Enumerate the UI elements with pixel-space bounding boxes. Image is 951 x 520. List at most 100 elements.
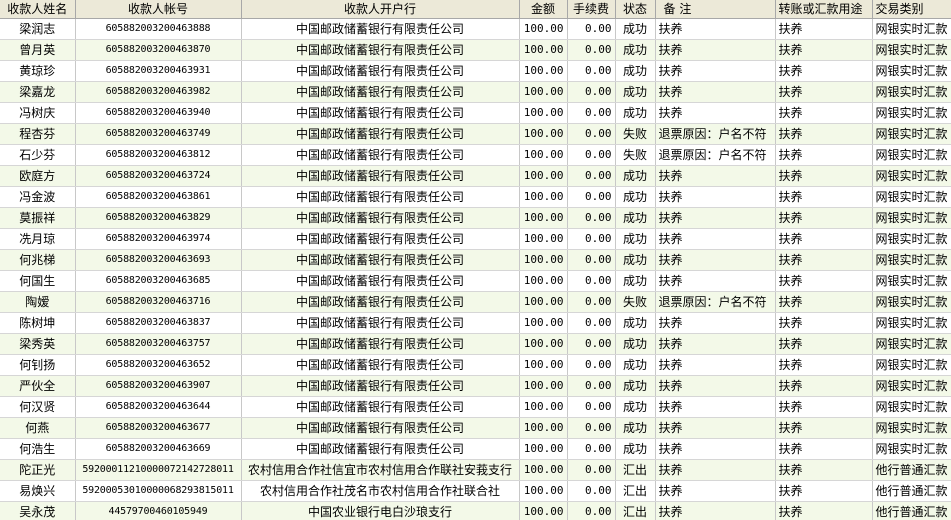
cell-payee-bank: 中国邮政储蓄银行有限责任公司 (241, 18, 520, 40)
cell-payee-account: 592000530100000682938150​11 (75, 480, 242, 502)
table-row[interactable]: 何国生 605882003200463685 中国邮政储蓄银行有限责任公司 100.0… (0, 270, 951, 292)
cell-payee-name: 梁秀英 (0, 333, 76, 355)
cell-payee-name: 冼月琼 (0, 228, 76, 250)
cell-payee-account: 605882003200463716 (75, 291, 242, 313)
cell-amount: 100.00 (519, 186, 568, 208)
column-header-purpose[interactable]: 转账或汇款用途 (775, 0, 873, 19)
table-row[interactable]: 何汉贤 605882003200463644 中国邮政储蓄银行有限责任公司 100.0… (0, 396, 951, 418)
cell-transaction-type: 网银实时汇款 (872, 60, 951, 82)
cell-transaction-type: 他行普通汇款 (872, 459, 951, 481)
cell-payee-account: 605882003200463677 (75, 417, 242, 439)
table-row[interactable]: 冯树庆 605882003200463940 中国邮政储蓄银行有限责任公司 100.0… (0, 102, 951, 124)
cell-purpose: 扶养 (775, 396, 873, 418)
cell-status: 成功 (615, 228, 656, 250)
cell-transaction-type: 网银实时汇款 (872, 18, 951, 40)
cell-purpose: 扶养 (775, 501, 873, 520)
cell-remark: 扶养 (655, 480, 776, 502)
table-row[interactable]: 程杏芬 605882003200463749 中国邮政储蓄银行有限责任公司 100.0… (0, 123, 951, 145)
cell-amount: 100.00 (519, 333, 568, 355)
cell-payee-name: 何汉贤 (0, 396, 76, 418)
table-row[interactable]: 梁秀英 605882003200463757 中国邮政储蓄银行有限责任公司 100.0… (0, 333, 951, 355)
cell-fee: 0.00 (567, 291, 616, 313)
cell-amount: 100.00 (519, 375, 568, 397)
cell-purpose: 扶养 (775, 186, 873, 208)
cell-amount: 100.00 (519, 417, 568, 439)
cell-purpose: 扶养 (775, 375, 873, 397)
cell-purpose: 扶养 (775, 39, 873, 61)
table-row[interactable]: 严伙全 605882003200463907 中国邮政储蓄银行有限责任公司 100.0… (0, 375, 951, 397)
column-header-transaction-type[interactable]: 交易类别 (872, 0, 951, 19)
column-header-payee-bank[interactable]: 收款人开户行 (241, 0, 520, 19)
cell-amount: 100.00 (519, 396, 568, 418)
cell-amount: 100.00 (519, 18, 568, 40)
cell-remark: 扶养 (655, 375, 776, 397)
table-row[interactable]: 陶嫒 605882003200463716 中国邮政储蓄银行有限责任公司 100.00… (0, 291, 951, 313)
cell-remark: 扶养 (655, 459, 776, 481)
cell-status: 成功 (615, 81, 656, 103)
header-row: 收款人姓名 收款人帐号 收款人开户行 金额 手续费 状态 备 注 转账或汇款用途… (0, 0, 951, 19)
cell-status: 成功 (615, 270, 656, 292)
cell-payee-bank: 中国邮政储蓄银行有限责任公司 (241, 228, 520, 250)
cell-payee-account: 605882003200463940 (75, 102, 242, 124)
cell-status: 成功 (615, 60, 656, 82)
cell-transaction-type: 网银实时汇款 (872, 39, 951, 61)
column-header-fee[interactable]: 手续费 (567, 0, 616, 19)
cell-payee-bank: 中国邮政储蓄银行有限责任公司 (241, 270, 520, 292)
cell-transaction-type: 网银实时汇款 (872, 102, 951, 124)
table-row[interactable]: 吴永茂 44579700460105949 中国农业银行电白沙琅支行 100.00 0.… (0, 501, 951, 520)
table-row[interactable]: 曾月英 605882003200463870 中国邮政储蓄银行有限责任公司 100.0… (0, 39, 951, 61)
cell-payee-name: 陈树坤 (0, 312, 76, 334)
cell-payee-name: 曾月英 (0, 39, 76, 61)
cell-payee-name: 何浩生 (0, 438, 76, 460)
cell-fee: 0.00 (567, 39, 616, 61)
table-row[interactable]: 冼月琼 605882003200463974 中国邮政储蓄银行有限责任公司 100.0… (0, 228, 951, 250)
column-header-remark[interactable]: 备 注 (655, 0, 776, 19)
cell-payee-name: 梁润志 (0, 18, 76, 40)
cell-amount: 100.00 (519, 228, 568, 250)
cell-amount: 100.00 (519, 123, 568, 145)
cell-remark: 扶养 (655, 438, 776, 460)
table-row[interactable]: 何钊扬 605882003200463652 中国邮政储蓄银行有限责任公司 100.0… (0, 354, 951, 376)
cell-amount: 100.00 (519, 144, 568, 166)
cell-fee: 0.00 (567, 249, 616, 271)
cell-payee-bank: 中国邮政储蓄银行有限责任公司 (241, 102, 520, 124)
table-row[interactable]: 易焕兴 592000530100000682938150​11 农村信用合作社茂名市… (0, 480, 951, 502)
table-row[interactable]: 黄琼珍 605882003200463931 中国邮政储蓄银行有限责任公司 100.0… (0, 60, 951, 82)
cell-status: 成功 (615, 312, 656, 334)
cell-remark: 扶养 (655, 207, 776, 229)
cell-payee-account: 605882003200463982 (75, 81, 242, 103)
column-header-status[interactable]: 状态 (615, 0, 656, 19)
table-row[interactable]: 何浩生 605882003200463669 中国邮政储蓄银行有限责任公司 100.0… (0, 438, 951, 460)
cell-payee-bank: 中国邮政储蓄银行有限责任公司 (241, 312, 520, 334)
table-row[interactable]: 石少芬 605882003200463812 中国邮政储蓄银行有限责任公司 100.0… (0, 144, 951, 166)
table-row[interactable]: 陈树坤 605882003200463837 中国邮政储蓄银行有限责任公司 100.0… (0, 312, 951, 334)
cell-purpose: 扶养 (775, 123, 873, 145)
cell-fee: 0.00 (567, 60, 616, 82)
column-header-payee-account[interactable]: 收款人帐号 (75, 0, 242, 19)
cell-status: 成功 (615, 165, 656, 187)
cell-purpose: 扶养 (775, 270, 873, 292)
cell-status: 成功 (615, 102, 656, 124)
cell-remark: 扶养 (655, 165, 776, 187)
table-row[interactable]: 梁嘉龙 605882003200463982 中国邮政储蓄银行有限责任公司 100.0… (0, 81, 951, 103)
table-row[interactable]: 欧庭方 605882003200463724 中国邮政储蓄银行有限责任公司 100.0… (0, 165, 951, 187)
cell-transaction-type: 网银实时汇款 (872, 417, 951, 439)
cell-payee-name: 程杏芬 (0, 123, 76, 145)
table-row[interactable]: 陀正光 592000112100000721427280​11 农村信用合作社信宜市… (0, 459, 951, 481)
table-row[interactable]: 何燕 605882003200463677 中国邮政储蓄银行有限责任公司 100.00… (0, 417, 951, 439)
cell-amount: 100.00 (519, 165, 568, 187)
cell-fee: 0.00 (567, 123, 616, 145)
cell-payee-account: 605882003200463685 (75, 270, 242, 292)
cell-purpose: 扶养 (775, 207, 873, 229)
table-row[interactable]: 何兆梯 605882003200463693 中国邮政储蓄银行有限责任公司 100.0… (0, 249, 951, 271)
cell-transaction-type: 网银实时汇款 (872, 228, 951, 250)
cell-status: 失败 (615, 144, 656, 166)
column-header-payee-name[interactable]: 收款人姓名 (0, 0, 76, 19)
table-row[interactable]: 莫振祥 605882003200463829 中国邮政储蓄银行有限责任公司 100.0… (0, 207, 951, 229)
cell-transaction-type: 网银实时汇款 (872, 207, 951, 229)
cell-remark: 扶养 (655, 354, 776, 376)
column-header-amount[interactable]: 金额 (519, 0, 568, 19)
cell-status: 成功 (615, 354, 656, 376)
table-row[interactable]: 冯金波 605882003200463861 中国邮政储蓄银行有限责任公司 100.0… (0, 186, 951, 208)
table-row[interactable]: 梁润志 605882003200463888 中国邮政储蓄银行有限责任公司 100.0… (0, 18, 951, 40)
